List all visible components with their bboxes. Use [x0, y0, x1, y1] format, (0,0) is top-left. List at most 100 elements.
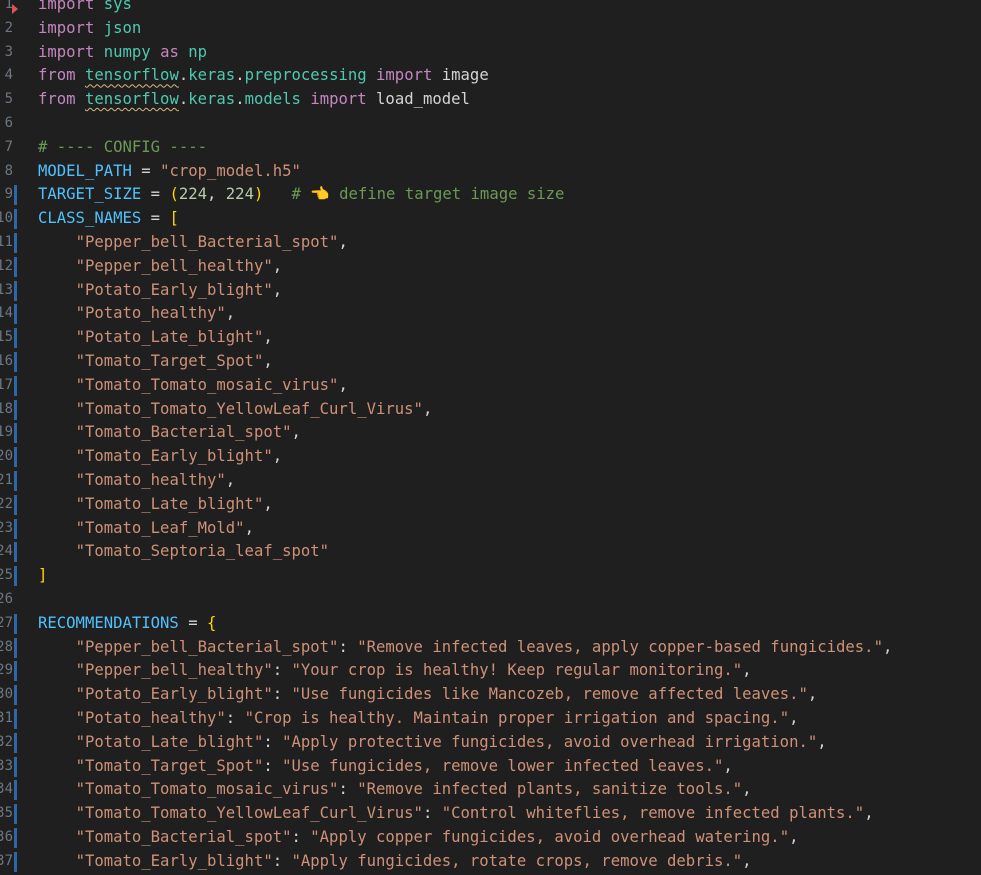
- git-change-marker[interactable]: [14, 328, 17, 349]
- code-line[interactable]: 27 RECOMMENDATIONS = {: [0, 612, 981, 636]
- line-number: 11: [0, 234, 13, 250]
- code-text: ]: [38, 564, 47, 588]
- code-text: "Tomato_Bacterial_spot": "Apply copper f…: [38, 826, 799, 850]
- code-line[interactable]: 26: [0, 588, 981, 612]
- line-number: 35: [0, 805, 13, 822]
- code-line[interactable]: 34 "Tomato_Tomato_mosaic_virus": "Remove…: [0, 778, 981, 802]
- code-line[interactable]: 8 MODEL_PATH = "crop_model.h5": [0, 160, 981, 184]
- line-number: 17: [0, 376, 13, 393]
- code-token: models: [244, 90, 301, 109]
- code-token: "Remove infected plants, sanitize tools.…: [357, 780, 743, 799]
- git-change-marker[interactable]: [14, 233, 17, 253]
- code-line[interactable]: 11 "Pepper_bell_Bacterial_spot",: [0, 231, 981, 255]
- git-change-marker[interactable]: [14, 780, 17, 801]
- code-token: .: [235, 90, 245, 109]
- git-change-marker[interactable]: [14, 542, 17, 563]
- code-line[interactable]: 12 "Pepper_bell_healthy",: [0, 255, 981, 279]
- git-change-marker[interactable]: [14, 851, 17, 872]
- code-line[interactable]: 31 "Potato_healthy": "Crop is healthy. M…: [0, 707, 981, 731]
- line-number: 16: [0, 353, 13, 369]
- code-line[interactable]: 33 "Tomato_Target_Spot": "Use fungicides…: [0, 755, 981, 779]
- git-change-marker[interactable]: [14, 399, 17, 420]
- git-change-marker[interactable]: [14, 494, 17, 515]
- git-change-marker[interactable]: [14, 256, 17, 277]
- code-line[interactable]: 15 "Potato_Late_blight",: [0, 326, 981, 350]
- code-line[interactable]: 10 CLASS_NAMES = [: [0, 207, 981, 231]
- code-line[interactable]: 16 "Tomato_Target_Spot",: [0, 350, 981, 374]
- code-line[interactable]: 17 "Tomato_Tomato_mosaic_virus",: [0, 374, 981, 398]
- code-line[interactable]: 6: [0, 112, 981, 136]
- code-line[interactable]: 23 "Tomato_Leaf_Mold",: [0, 517, 981, 541]
- code-line[interactable]: 25]: [0, 564, 981, 588]
- line-number: 33: [0, 757, 13, 774]
- git-change-marker[interactable]: [14, 518, 17, 539]
- code-line[interactable]: 36 "Tomato_Bacterial_spot": "Apply coppe…: [0, 826, 981, 850]
- code-token: =: [141, 209, 170, 228]
- code-token: CLASS_NAMES: [38, 209, 142, 228]
- code-token: ,: [225, 304, 236, 323]
- git-change-marker[interactable]: [14, 185, 17, 206]
- git-change-marker[interactable]: [14, 352, 17, 372]
- code-token: :: [422, 804, 442, 823]
- git-change-marker[interactable]: [14, 447, 17, 468]
- fold-arrow-icon[interactable]: [12, 4, 18, 14]
- git-change-marker[interactable]: [14, 828, 17, 848]
- git-change-marker[interactable]: [14, 304, 17, 325]
- code-token: =: [178, 613, 207, 632]
- code-text: "Tomato_Leaf_Mold",: [38, 517, 254, 541]
- git-change-marker[interactable]: [14, 685, 17, 706]
- git-change-marker[interactable]: [14, 209, 17, 230]
- code-line[interactable]: 3 import numpy as np: [0, 41, 981, 65]
- code-line[interactable]: 7 # ---- CONFIG ----: [0, 136, 981, 160]
- code-line[interactable]: 2 import json: [0, 17, 981, 41]
- git-change-marker[interactable]: [14, 423, 17, 444]
- git-change-marker[interactable]: [14, 566, 17, 587]
- code-line[interactable]: 20 "Tomato_Early_blight",: [0, 445, 981, 469]
- code-token: "Your crop is healthy! Keep regular moni…: [291, 661, 743, 680]
- code-text: "Tomato_Late_blight",: [38, 493, 273, 517]
- code-line[interactable]: 37 "Tomato_Early_blight": "Apply fungici…: [0, 850, 981, 874]
- code-token: numpy: [103, 42, 151, 61]
- code-line[interactable]: 9 TARGET_SIZE = (224, 224) # 👈 define tar…: [0, 183, 981, 207]
- code-line[interactable]: 29 "Pepper_bell_healthy": "Your crop is …: [0, 659, 981, 683]
- git-change-marker[interactable]: [14, 637, 17, 658]
- code-line[interactable]: 4 from tensorflow.keras.preprocessing imp…: [0, 64, 981, 88]
- git-change-marker[interactable]: [14, 613, 17, 634]
- code-token: "Control whiteflies, remove infected pla…: [441, 804, 865, 823]
- code-line[interactable]: 30 "Potato_Early_blight": "Use fungicide…: [0, 683, 981, 707]
- code-token: json: [103, 18, 142, 37]
- git-change-marker[interactable]: [14, 732, 17, 753]
- git-change-marker[interactable]: [14, 375, 17, 396]
- code-line[interactable]: 5 from tensorflow.keras.models import loa…: [0, 88, 981, 112]
- code-line[interactable]: 18 "Tomato_Tomato_YellowLeaf_Curl_Virus"…: [0, 398, 981, 422]
- line-number: 27: [0, 614, 13, 631]
- code-line[interactable]: 35 "Tomato_Tomato_YellowLeaf_Curl_Virus"…: [0, 802, 981, 826]
- code-line[interactable]: 24 "Tomato_Septoria_leaf_spot": [0, 540, 981, 564]
- code-token: from: [38, 90, 76, 109]
- git-change-marker[interactable]: [14, 661, 17, 682]
- git-change-marker[interactable]: [14, 756, 17, 777]
- code-line[interactable]: 32 "Potato_Late_blight": "Apply protecti…: [0, 731, 981, 755]
- code-line[interactable]: 1 import sys: [0, 0, 981, 17]
- code-text: "Pepper_bell_healthy": "Your crop is hea…: [38, 659, 752, 683]
- code-token: =: [131, 161, 161, 180]
- code-line[interactable]: 22 "Tomato_Late_blight",: [0, 493, 981, 517]
- git-change-marker[interactable]: [14, 804, 17, 825]
- code-token: ,: [789, 709, 799, 727]
- git-change-marker[interactable]: [14, 280, 17, 301]
- code-line[interactable]: 28 "Pepper_bell_Bacterial_spot": "Remove…: [0, 636, 981, 660]
- code-line[interactable]: 19 "Tomato_Bacterial_spot",: [0, 421, 981, 445]
- code-token: {: [207, 613, 217, 632]
- code-token: import: [310, 90, 367, 109]
- git-change-marker[interactable]: [14, 709, 17, 729]
- code-line[interactable]: 21 "Tomato_healthy",: [0, 469, 981, 493]
- code-line[interactable]: 14 "Potato_healthy",: [0, 302, 981, 326]
- code-token: "Tomato_healthy": [75, 471, 226, 489]
- code-editor[interactable]: 1 import sys 2 import json 3 import numpy as …: [0, 0, 981, 875]
- git-change-marker[interactable]: [14, 471, 17, 491]
- code-line[interactable]: 13 "Potato_Early_blight",: [0, 279, 981, 303]
